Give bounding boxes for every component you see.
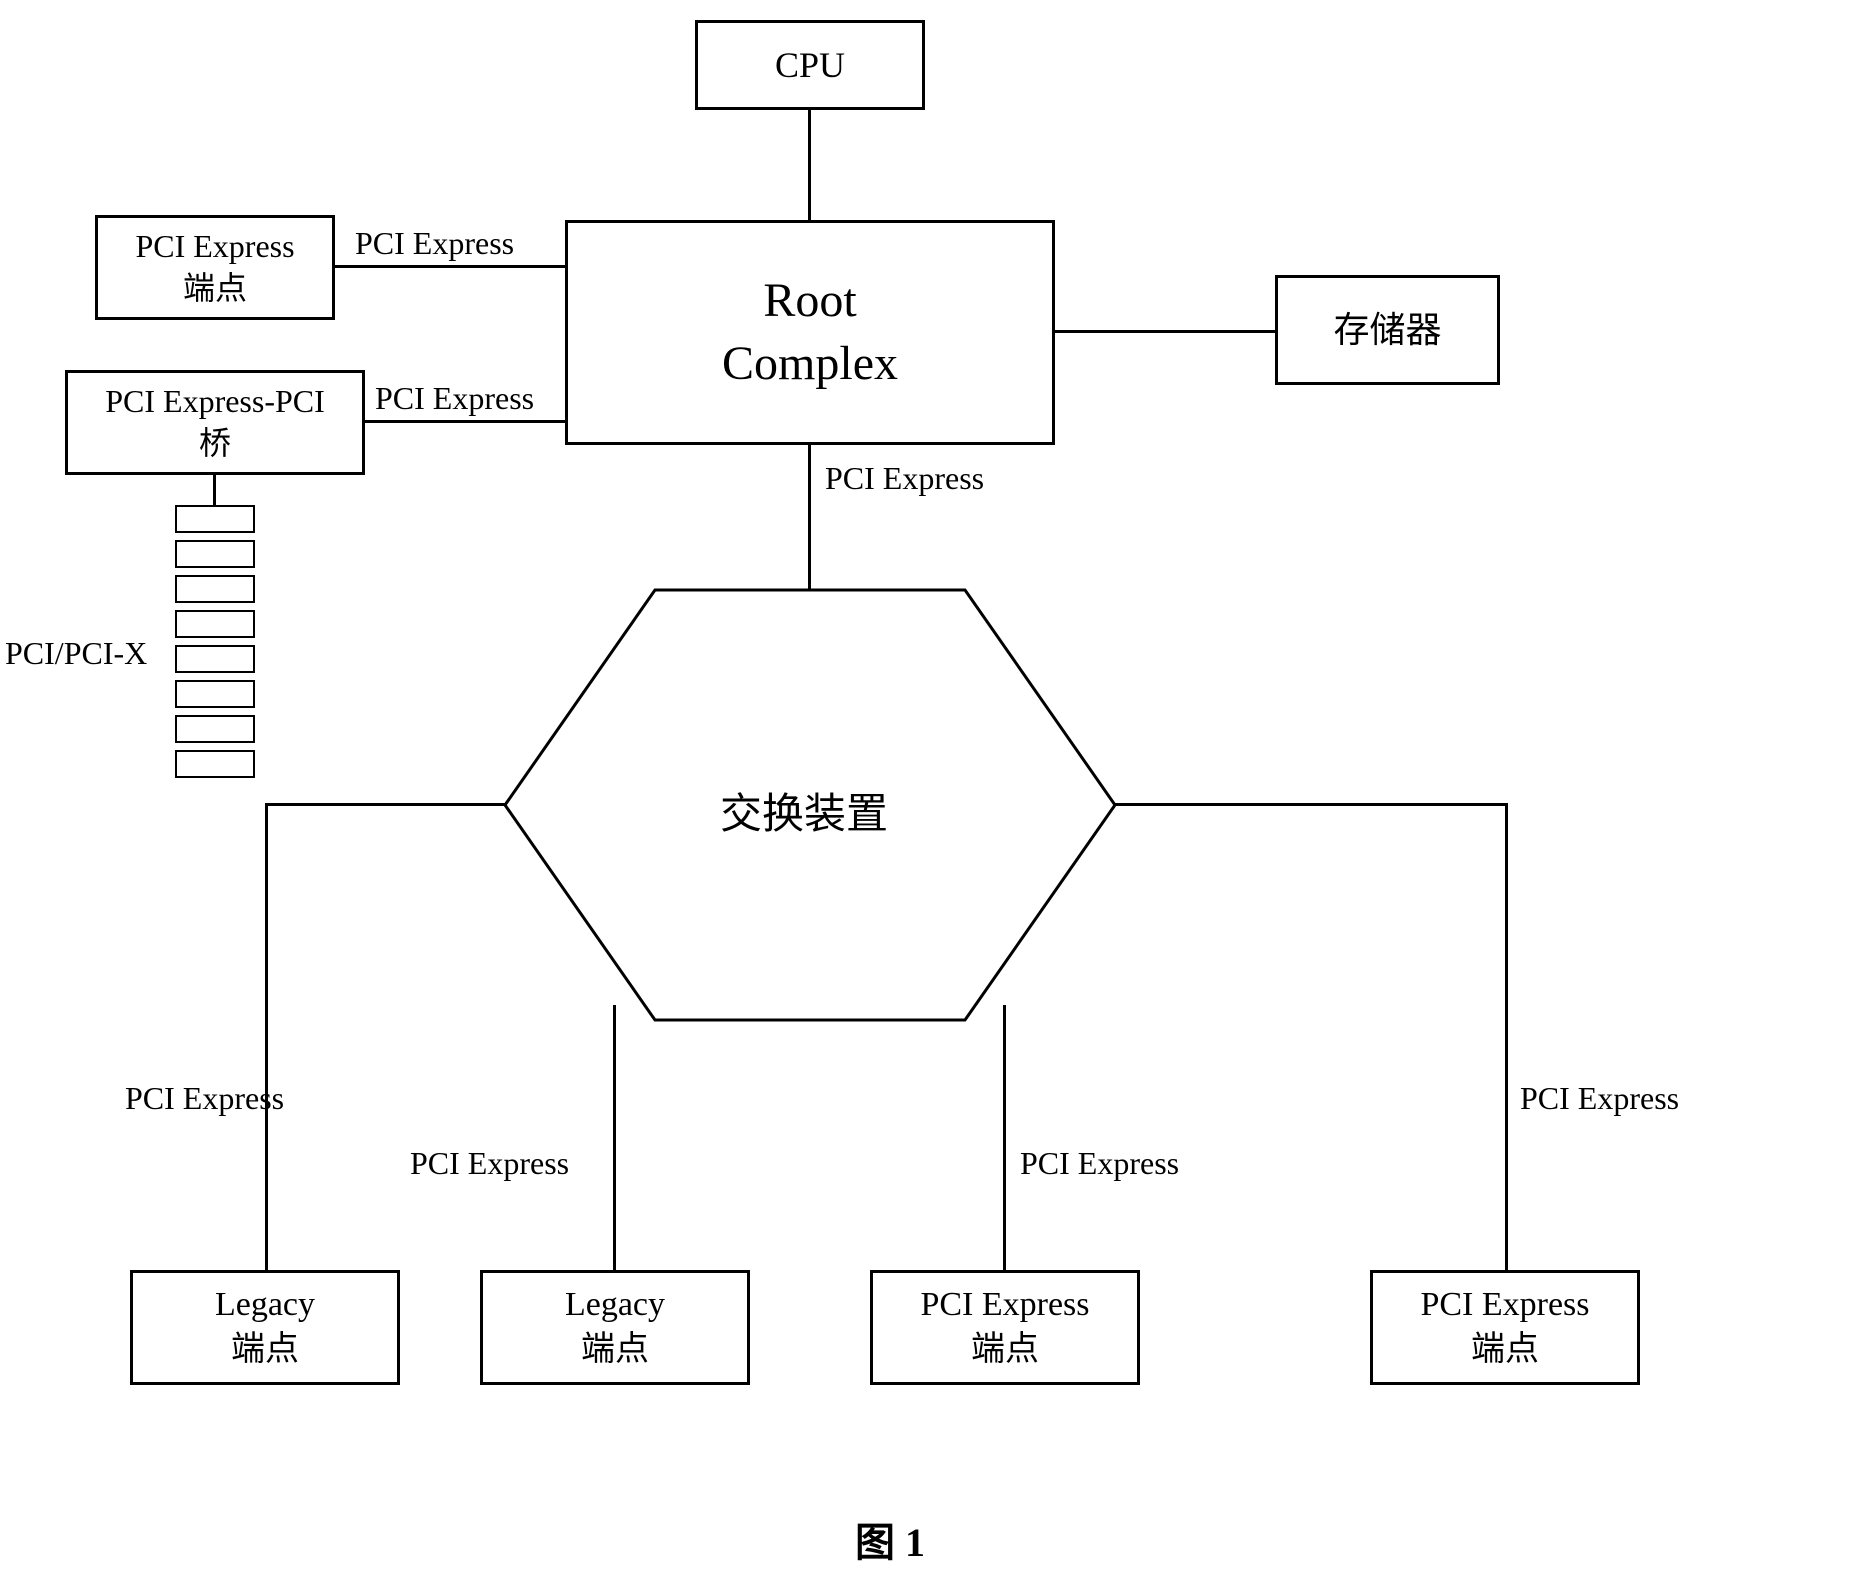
bus-segment-2 <box>175 540 255 568</box>
line-cpu-root <box>808 110 811 220</box>
line-switch-pcie4-h <box>1115 803 1505 806</box>
pcie-endpoint-topleft-label-1: PCI Express <box>135 226 294 268</box>
cpu-box: CPU <box>695 20 925 110</box>
pci-bridge-label-2: 桥 <box>199 423 231 465</box>
label-pcie-legacy2: PCI Express <box>410 1145 569 1182</box>
line-root-memory <box>1055 330 1275 333</box>
pcie-endpoint-topleft-label-2: 端点 <box>183 268 247 310</box>
pcie-endpoint-3-label-2: 端点 <box>971 1328 1039 1372</box>
pcie-endpoint-3-box: PCI Express 端点 <box>870 1270 1140 1385</box>
bus-segment-3 <box>175 575 255 603</box>
root-complex-box: Root Complex <box>565 220 1055 445</box>
pcie-endpoint-4-label-2: 端点 <box>1471 1328 1539 1372</box>
bus-segment-5 <box>175 645 255 673</box>
legacy-endpoint-1-label-1: Legacy <box>215 1283 315 1327</box>
pcie-endpoint-4-box: PCI Express 端点 <box>1370 1270 1640 1385</box>
label-pcie-legacy1: PCI Express <box>125 1080 284 1117</box>
line-switch-legacy1-v <box>265 803 268 1270</box>
pcie-endpoint-topleft-box: PCI Express 端点 <box>95 215 335 320</box>
bus-segment-7 <box>175 715 255 743</box>
legacy-endpoint-1-label-2: 端点 <box>231 1328 299 1372</box>
pcie-endpoint-4-label-1: PCI Express <box>1420 1283 1589 1327</box>
label-pcie-ep3: PCI Express <box>1020 1145 1179 1182</box>
legacy-endpoint-2-label-2: 端点 <box>581 1328 649 1372</box>
bus-segment-4 <box>175 610 255 638</box>
pci-bridge-label-1: PCI Express-PCI <box>105 381 325 423</box>
pcie-endpoint-3-label-1: PCI Express <box>920 1283 1089 1327</box>
figure-label: 图 1 <box>855 1510 925 1568</box>
pci-bridge-box: PCI Express-PCI 桥 <box>65 370 365 475</box>
switch-label: 交换装置 <box>720 780 888 841</box>
cpu-label: CPU <box>775 42 845 89</box>
label-pcie-bridge: PCI Express <box>375 380 534 417</box>
line-switch-pcie4-v <box>1505 803 1508 1270</box>
legacy-endpoint-2-label-1: Legacy <box>565 1283 665 1327</box>
memory-box: 存储器 <box>1275 275 1500 385</box>
label-pci-pcix: PCI/PCI-X <box>5 635 147 672</box>
memory-label: 存储器 <box>1333 307 1441 354</box>
bus-segment-6 <box>175 680 255 708</box>
label-pcie-top: PCI Express <box>355 225 514 262</box>
legacy-endpoint-2-box: Legacy 端点 <box>480 1270 750 1385</box>
line-root-switch <box>808 445 811 590</box>
bus-segment-8 <box>175 750 255 778</box>
bus-segment-1 <box>175 505 255 533</box>
line-bridge-bus <box>213 475 216 505</box>
root-complex-label-1: Root <box>763 270 856 332</box>
label-pcie-root-switch: PCI Express <box>825 460 984 497</box>
line-switch-legacy2-v <box>613 1005 616 1270</box>
legacy-endpoint-1-box: Legacy 端点 <box>130 1270 400 1385</box>
line-bridge-root <box>365 420 565 423</box>
label-pcie-ep4: PCI Express <box>1520 1080 1679 1117</box>
line-pcie-endpoint-root <box>335 265 565 268</box>
line-switch-legacy1-h <box>265 803 505 806</box>
line-switch-pcie3-v <box>1003 1005 1006 1270</box>
root-complex-label-2: Complex <box>722 333 898 395</box>
